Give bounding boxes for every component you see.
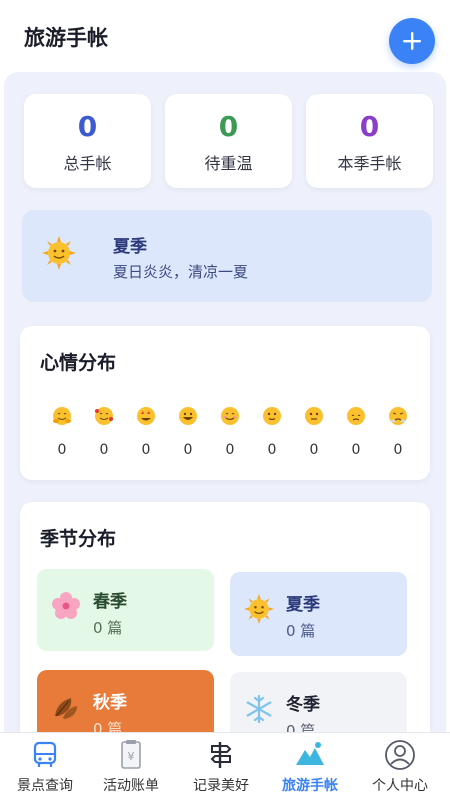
stat-total-value: 0 xyxy=(77,110,98,143)
smiling-face-with-hearts-icon xyxy=(95,407,113,425)
nav-label: 活动账单 xyxy=(103,778,159,794)
bus-icon xyxy=(33,741,57,767)
season-count: 0 篇 xyxy=(286,622,316,640)
app-header: 旅游手帐 xyxy=(0,0,450,72)
bottom-navigation: 景点查询 ¥ 活动账单 记录美好 旅游手帐 个人中心 xyxy=(0,732,450,800)
season-count: 0 篇 xyxy=(93,720,123,732)
mood-count: 0 xyxy=(99,442,109,458)
season-count: 0 篇 xyxy=(93,619,123,637)
current-season-banner: 夏季 夏日炎炎，清凉一夏 xyxy=(22,210,432,302)
mood-count: 0 xyxy=(267,442,277,458)
nav-label: 景点查询 xyxy=(17,778,73,794)
stat-total-label: 总手帐 xyxy=(63,154,112,173)
stat-card-revisit: 0 待重温 xyxy=(165,94,292,188)
nav-label: 个人中心 xyxy=(372,778,428,794)
sun-face-icon xyxy=(244,594,274,624)
season-section-title: 季节分布 xyxy=(40,528,117,550)
disappointed-face-icon xyxy=(347,407,365,425)
stat-revisit-value: 0 xyxy=(218,110,239,143)
grinning-face-icon xyxy=(179,407,197,425)
season-distribution-card: 季节分布 春季 0 篇 夏季 0 篇 秋季 0 篇 冬季 0 篇 xyxy=(20,502,430,732)
season-name: 秋季 xyxy=(93,693,127,713)
steam-from-nose-face-icon xyxy=(389,407,407,425)
fallen-leaf-icon xyxy=(55,698,77,719)
stat-season-value: 0 xyxy=(359,110,380,143)
nav-label: 记录美好 xyxy=(193,778,249,794)
add-journal-button[interactable] xyxy=(389,18,435,64)
hugging-face-icon xyxy=(53,407,71,425)
receipt-icon: ¥ xyxy=(121,740,141,769)
snowflake-icon xyxy=(246,694,272,724)
signpost-icon xyxy=(210,742,232,768)
content-scroll-area[interactable]: 0 总手帐 0 待重温 0 本季手帐 夏季 夏日炎炎，清凉一夏 心情分布 0 0… xyxy=(4,72,446,732)
mood-count: 0 xyxy=(351,442,361,458)
cherry-blossom-icon xyxy=(52,592,80,619)
sun-face-icon xyxy=(42,236,76,270)
season-tile-summer[interactable]: 夏季 0 篇 xyxy=(230,572,407,656)
stat-revisit-label: 待重温 xyxy=(204,154,253,173)
mood-section-title: 心情分布 xyxy=(40,352,117,374)
mountain-icon xyxy=(296,742,324,765)
neutral-face-icon xyxy=(305,407,323,425)
plus-icon xyxy=(403,32,421,50)
season-tile-autumn[interactable]: 秋季 0 篇 xyxy=(37,670,214,732)
season-name: 春季 xyxy=(93,592,127,612)
stat-card-season: 0 本季手帐 xyxy=(306,94,433,188)
nav-item-records[interactable]: 记录美好 xyxy=(176,733,266,800)
mood-count: 0 xyxy=(57,442,67,458)
stat-card-total: 0 总手帐 xyxy=(24,94,151,188)
mood-distribution-card: 心情分布 0 0 0 0 0 0 0 0 0 xyxy=(20,326,430,480)
mood-count: 0 xyxy=(393,442,403,458)
svg-text:¥: ¥ xyxy=(128,750,135,763)
stat-season-label: 本季手帐 xyxy=(337,154,402,173)
person-icon xyxy=(385,740,415,770)
nav-item-bills[interactable]: ¥ 活动账单 xyxy=(86,733,176,800)
smiling-face-icon xyxy=(221,407,239,425)
nav-item-journal[interactable]: 旅游手帐 xyxy=(265,733,355,800)
mood-count: 0 xyxy=(309,442,319,458)
season-tile-winter[interactable]: 冬季 0 篇 xyxy=(230,672,407,732)
slightly-smiling-face-icon xyxy=(263,407,281,425)
mood-count: 0 xyxy=(225,442,235,458)
current-season-title: 夏季 xyxy=(113,237,147,257)
current-season-subtitle: 夏日炎炎，清凉一夏 xyxy=(113,263,249,281)
mood-count: 0 xyxy=(183,442,193,458)
season-count: 0 篇 xyxy=(286,722,316,732)
nav-item-attractions[interactable]: 景点查询 xyxy=(0,733,90,800)
page-title: 旅游手帐 xyxy=(24,26,108,50)
season-name: 夏季 xyxy=(286,595,320,615)
nav-item-profile[interactable]: 个人中心 xyxy=(355,733,445,800)
mood-count: 0 xyxy=(141,442,151,458)
star-struck-icon xyxy=(137,407,155,425)
nav-label: 旅游手帐 xyxy=(282,778,338,794)
season-name: 冬季 xyxy=(286,695,320,715)
season-tile-spring[interactable]: 春季 0 篇 xyxy=(37,569,214,651)
